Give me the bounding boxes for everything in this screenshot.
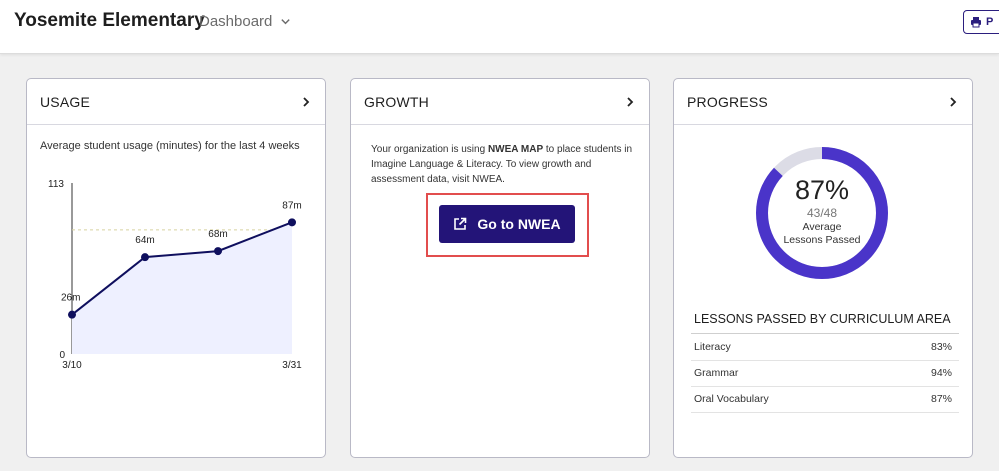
growth-card: GROWTH Your organization is using NWEA M… <box>350 78 650 458</box>
progress-percent: 87% <box>794 175 850 205</box>
chevron-right-icon <box>627 96 634 107</box>
chevron-right-icon <box>303 96 310 107</box>
x-tick-label: 3/31 <box>282 360 302 371</box>
progress-card-header[interactable]: PROGRESS <box>674 79 972 125</box>
progress-caption: Average Lessons Passed <box>754 221 890 247</box>
usage-point-label: 87m <box>282 200 301 211</box>
usage-point <box>288 218 296 227</box>
progress-fraction: 43/48 <box>806 206 838 220</box>
go-to-nwea-button[interactable]: Go to NWEA <box>439 205 575 243</box>
usage-point <box>68 310 76 319</box>
go-to-nwea-label: Go to NWEA <box>477 216 561 232</box>
print-button-label: P <box>986 16 994 28</box>
progress-donut: 87% 43/48 Average Lessons Passed <box>754 145 890 281</box>
lesson-area-name: Oral Vocabulary <box>694 393 769 405</box>
growth-description: Your organization is using NWEA MAP to p… <box>371 142 636 187</box>
usage-card: USAGE Average student usage (minutes) fo… <box>26 78 326 458</box>
usage-point-label: 64m <box>135 235 154 246</box>
top-bar: Yosemite Elementary Dashboard P <box>0 0 999 54</box>
usage-point <box>214 247 222 256</box>
y-tick-label: 113 <box>48 179 64 190</box>
progress-caption-line2: Lessons Passed <box>783 234 861 246</box>
lesson-area-name: Literacy <box>694 341 731 353</box>
lesson-divider <box>691 412 959 413</box>
lesson-area-percent: 83% <box>930 341 952 353</box>
growth-text-bold: NWEA MAP <box>487 144 544 155</box>
growth-title: GROWTH <box>364 93 429 110</box>
chevron-right-icon <box>950 96 957 107</box>
x-tick-label: 3/10 <box>62 360 82 371</box>
growth-card-header[interactable]: GROWTH <box>351 79 649 125</box>
progress-card: PROGRESS 87% 43/48 Average Lessons Passe… <box>673 78 973 458</box>
printer-icon <box>971 17 981 28</box>
lessons-passed-title: LESSONS PASSED BY CURRICULUM AREA <box>694 312 951 326</box>
usage-card-header[interactable]: USAGE <box>27 79 325 125</box>
usage-chart: 26m64m68m87m11303/10 3/31 <box>48 179 302 371</box>
usage-point <box>141 253 149 262</box>
lesson-row-oral-vocabulary: Oral Vocabulary 87% <box>694 386 952 412</box>
external-link-icon <box>454 217 467 230</box>
progress-caption-line1: Average <box>802 221 842 233</box>
usage-title: USAGE <box>40 93 91 110</box>
progress-title: PROGRESS <box>687 93 768 110</box>
usage-subtitle: Average student usage (minutes) for the … <box>40 140 300 152</box>
dashboard-dropdown-label: Dashboard <box>199 13 273 30</box>
dashboard-dropdown[interactable]: Dashboard <box>199 13 291 30</box>
lesson-row-literacy: Literacy 83% <box>694 334 952 360</box>
growth-text-prefix: Your organization is using <box>371 144 488 155</box>
chevron-down-icon <box>281 19 291 25</box>
print-button[interactable]: P <box>963 10 999 34</box>
org-name: Yosemite Elementary <box>14 10 205 31</box>
lesson-area-percent: 94% <box>930 367 952 379</box>
lesson-area-name: Grammar <box>694 367 739 379</box>
usage-point-label: 26m <box>61 293 80 304</box>
usage-point-label: 68m <box>208 229 227 240</box>
lesson-area-percent: 87% <box>930 393 952 405</box>
lesson-row-grammar: Grammar 94% <box>694 360 952 386</box>
